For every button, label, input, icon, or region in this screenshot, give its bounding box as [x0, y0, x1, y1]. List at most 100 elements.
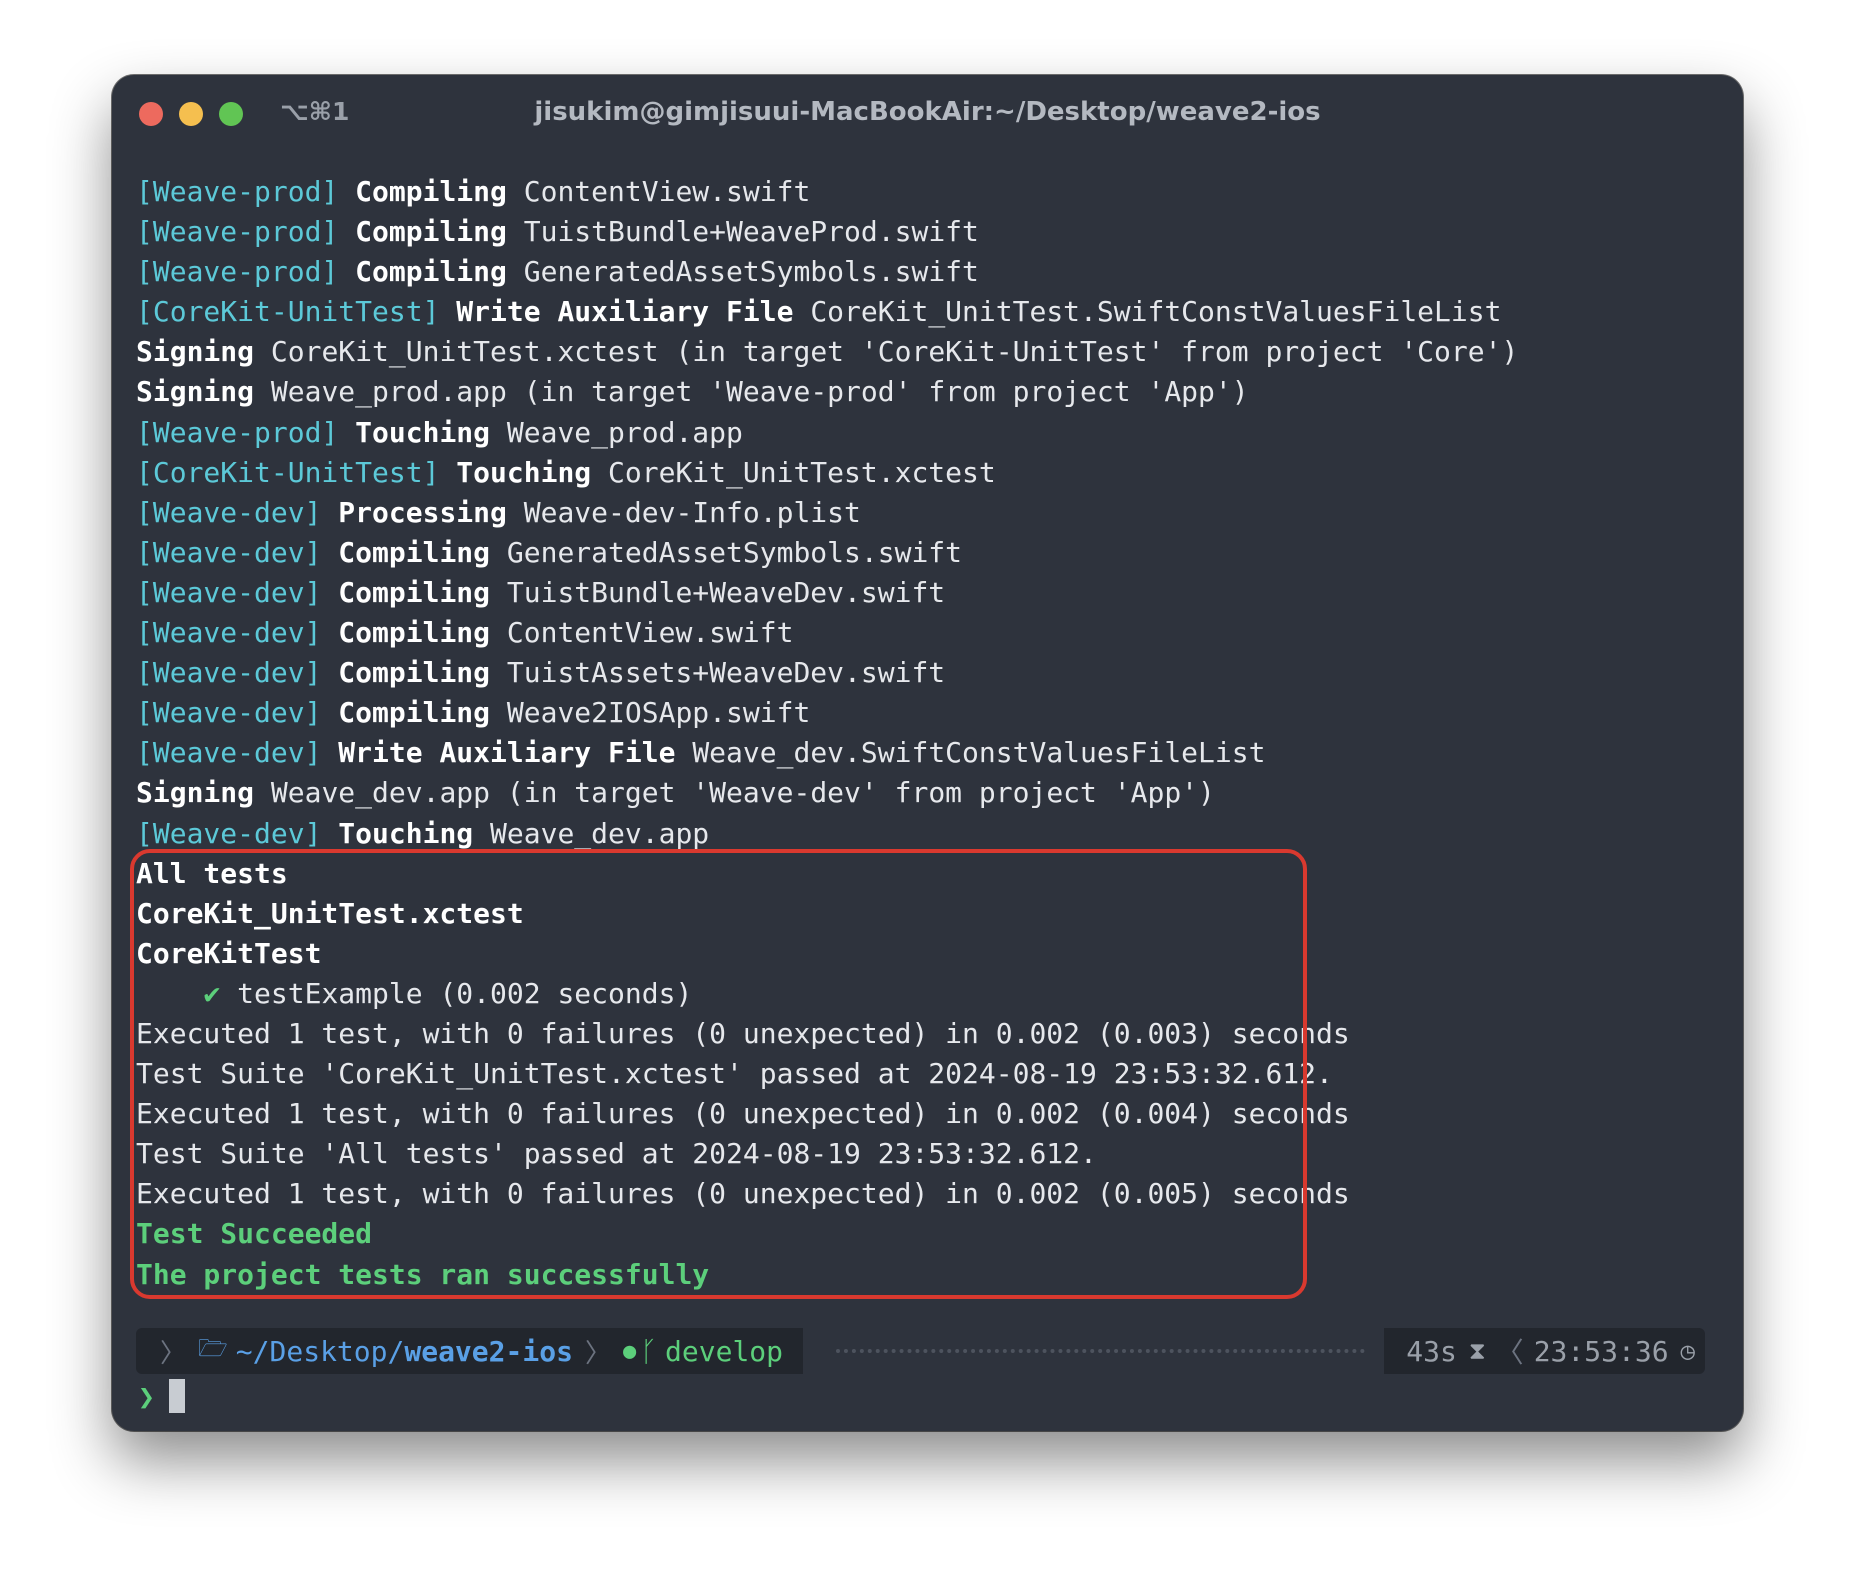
- prompt-chevron-icon: ❯: [138, 1379, 155, 1413]
- log-tag: [Weave-dev]: [136, 575, 322, 609]
- log-tag: [Weave-dev]: [136, 816, 322, 850]
- hourglass-icon: ⧗: [1468, 1337, 1486, 1365]
- log-line: [Weave-dev] Write Auxiliary File Weave_d…: [136, 733, 1832, 773]
- path-prefix: ~/Desktop/: [235, 1334, 405, 1368]
- log-action: Compiling: [355, 215, 507, 249]
- log-text: ContentView.swift: [523, 175, 811, 208]
- check-icon: ✔: [203, 976, 221, 1010]
- log-text: ContentView.swift: [506, 616, 794, 650]
- log-line: [Weave-dev] Compiling TuistAssets+WeaveD…: [136, 653, 1832, 693]
- log-text: CoreKit_UnitTest.xctest: [608, 455, 996, 489]
- prompt-status-bar: 〉 🗁 ~/Desktop/weave2-ios 〉 ● ᚴ develop 4…: [136, 1328, 1705, 1374]
- log-line: [Weave-prod] Touching Weave_prod.app: [136, 413, 1832, 453]
- prompt-filler-dots: [836, 1349, 1365, 1353]
- log-line: [Weave-dev] Processing Weave-dev-Info.pl…: [136, 493, 1832, 533]
- log-tag: [Weave-prod]: [136, 255, 339, 289]
- log-tag: [CoreKit-UnitTest]: [136, 295, 440, 329]
- command-duration: 43s: [1406, 1334, 1457, 1368]
- log-text: Weave_prod.app: [506, 415, 743, 449]
- results-test-case: ✔ testExample (0.002 seconds): [136, 974, 1832, 1014]
- prompt-input-line[interactable]: ❯: [138, 1376, 185, 1416]
- results-executed-2: Executed 1 test, with 0 failures (0 unex…: [136, 1097, 1350, 1131]
- github-icon: ●: [622, 1338, 637, 1364]
- folder-icon: 🗁: [198, 1333, 228, 1362]
- log-tag: [Weave-prod]: [136, 415, 339, 449]
- log-action: Processing: [338, 495, 507, 529]
- terminal-output: [Weave-prod] Compiling ContentView.swift…: [136, 172, 1832, 1295]
- log-text: Weave_dev.SwiftConstValuesFileList: [692, 736, 1266, 770]
- path-dir: weave2-ios: [404, 1334, 573, 1368]
- log-text: GeneratedAssetSymbols.swift: [523, 255, 979, 289]
- log-action: Touching: [456, 455, 592, 489]
- log-text: GeneratedAssetSymbols.swift: [506, 535, 963, 569]
- window-title: jisukim@gimjisuui-MacBookAir:~/Desktop/w…: [534, 97, 1321, 127]
- log-action: Compiling: [338, 656, 491, 690]
- log-line: Signing Weave_dev.app (in target 'Weave-…: [136, 773, 1832, 813]
- chevron-left-icon: 〈: [1495, 1336, 1524, 1369]
- log-line: [Weave-prod] Compiling GeneratedAssetSym…: [136, 252, 1832, 292]
- log-tag: [Weave-prod]: [136, 175, 339, 208]
- log-line: Signing Weave_prod.app (in target 'Weave…: [136, 372, 1832, 412]
- chevron-right-icon: 〉: [160, 1338, 187, 1369]
- log-action: Compiling: [338, 616, 491, 650]
- log-action: Signing: [136, 335, 255, 369]
- results-suite-passed-2: Test Suite 'All tests' passed at 2024-08…: [136, 1137, 1097, 1171]
- text-cursor: [168, 1379, 185, 1413]
- log-text: Weave_dev.app: [490, 816, 710, 850]
- log-line: [Weave-dev] Compiling ContentView.swift: [136, 613, 1832, 653]
- log-tag: [Weave-dev]: [136, 736, 322, 770]
- log-tag: [Weave-dev]: [136, 656, 322, 690]
- test-case-label: testExample (0.002 seconds): [237, 976, 693, 1010]
- log-action: Touching: [355, 415, 491, 449]
- log-text: Weave-dev-Info.plist: [523, 495, 861, 529]
- log-tag: [Weave-dev]: [136, 535, 322, 569]
- log-action: Compiling: [338, 696, 491, 730]
- log-text: CoreKit_UnitTest.xctest (in target 'Core…: [270, 335, 1519, 369]
- results-succeeded: Test Succeeded: [136, 1217, 373, 1251]
- log-line: [CoreKit-UnitTest] Write Auxiliary File …: [136, 292, 1832, 332]
- git-branch-icon: ᚴ: [640, 1334, 658, 1368]
- log-action: Compiling: [355, 175, 507, 208]
- log-text: Weave_prod.app (in target 'Weave-prod' f…: [270, 375, 1249, 409]
- log-text: TuistBundle+WeaveProd.swift: [523, 215, 979, 249]
- log-action: Compiling: [355, 255, 507, 289]
- log-line: [Weave-prod] Compiling TuistBundle+Weave…: [136, 212, 1832, 252]
- results-suite-passed-1: Test Suite 'CoreKit_UnitTest.xctest' pas…: [136, 1057, 1333, 1091]
- log-tag: [CoreKit-UnitTest]: [136, 455, 440, 489]
- log-line: [Weave-prod] Compiling ContentView.swift: [136, 172, 1832, 212]
- log-action: Signing: [136, 776, 255, 810]
- log-action: Touching: [338, 816, 474, 850]
- results-all-tests: All tests: [136, 856, 288, 890]
- log-action: Signing: [136, 375, 255, 409]
- log-tag: [Weave-dev]: [136, 696, 322, 730]
- log-action: Write Auxiliary File: [338, 736, 676, 770]
- results-bundle: CoreKit_UnitTest.xctest: [136, 896, 524, 930]
- log-text: CoreKit_UnitTest.SwiftConstValuesFileLis…: [810, 295, 1502, 329]
- log-text: TuistAssets+WeaveDev.swift: [506, 656, 946, 690]
- clock-time: 23:53:36: [1533, 1334, 1669, 1368]
- prompt-left-segment: 〉 🗁 ~/Desktop/weave2-ios 〉 ● ᚴ develop: [136, 1328, 804, 1374]
- log-action: Compiling: [338, 535, 491, 569]
- log-tag: [Weave-dev]: [136, 616, 322, 650]
- results-success-message: The project tests ran successfully: [136, 1257, 710, 1291]
- log-line: [Weave-dev] Touching Weave_dev.app: [136, 814, 1832, 854]
- log-action: Compiling: [338, 575, 491, 609]
- log-line: [CoreKit-UnitTest] Touching CoreKit_Unit…: [136, 453, 1832, 493]
- log-line: [Weave-dev] Compiling TuistBundle+WeaveD…: [136, 573, 1832, 613]
- log-text: Weave2IOSApp.swift: [506, 696, 811, 730]
- log-line: [Weave-dev] Compiling GeneratedAssetSymb…: [136, 533, 1832, 573]
- results-suite: CoreKitTest: [136, 936, 322, 970]
- log-text: TuistBundle+WeaveDev.swift: [506, 575, 946, 609]
- git-branch: develop: [665, 1334, 784, 1368]
- clock-icon: ◷: [1680, 1337, 1695, 1365]
- chevron-right-icon: 〉: [584, 1338, 611, 1369]
- log-action: Write Auxiliary File: [456, 295, 794, 329]
- log-tag: [Weave-prod]: [136, 215, 339, 249]
- title-bar: ⌥⌘1 jisukim@gimjisuui-MacBookAir:~/Deskt…: [112, 75, 1743, 153]
- results-executed-3: Executed 1 test, with 0 failures (0 unex…: [136, 1177, 1350, 1211]
- log-line: Signing CoreKit_UnitTest.xctest (in targ…: [136, 332, 1832, 372]
- prompt-right-segment: 43s ⧗ 〈 23:53:36 ◷: [1384, 1328, 1705, 1374]
- log-tag: [Weave-dev]: [136, 495, 322, 529]
- log-text: Weave_dev.app (in target 'Weave-dev' fro…: [270, 776, 1215, 810]
- results-executed-1: Executed 1 test, with 0 failures (0 unex…: [136, 1016, 1350, 1050]
